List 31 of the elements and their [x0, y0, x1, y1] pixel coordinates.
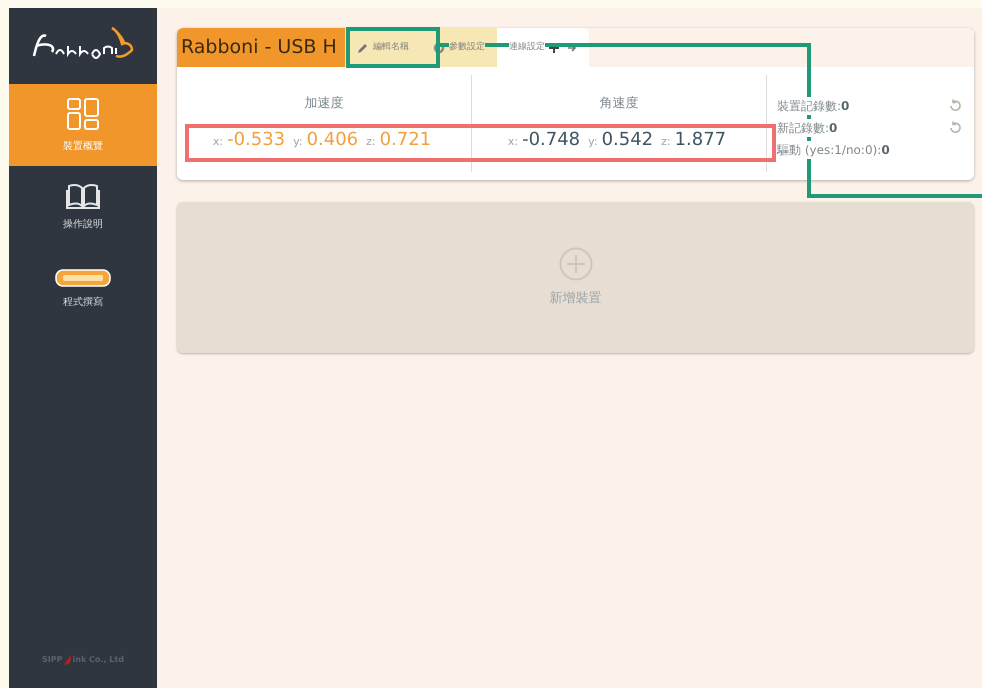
book-icon [66, 182, 100, 208]
badge-icon [55, 268, 111, 286]
axis-label: z: [661, 134, 671, 150]
axis-value: -0.748 [522, 128, 580, 152]
grid-icon [66, 96, 100, 130]
reset-icon[interactable] [948, 99, 962, 113]
axis-label: x: [212, 134, 224, 150]
axis-value: 0.721 [380, 128, 432, 152]
add-device-button[interactable]: 新增裝置 [177, 202, 974, 353]
axis-value: 0.542 [602, 128, 654, 152]
sensor-heading: 加速度 [304, 95, 344, 114]
sail-icon [62, 654, 73, 666]
axis-label: y: [293, 134, 303, 150]
stat-text: 新記錄數:0 [777, 119, 838, 137]
reset-icon[interactable] [948, 121, 962, 135]
nav-item[interactable]: 裝置概覽 [9, 84, 157, 166]
axis-label: y: [588, 134, 598, 150]
axis-value: 0.406 [306, 128, 358, 152]
axis-label: x: [508, 134, 518, 150]
nav-item[interactable]: 程式撰寫 [9, 248, 157, 330]
axis-value: 1.877 [674, 128, 726, 152]
stat-text: 裝置記錄數:0 [777, 97, 850, 115]
nav-item[interactable]: 操作說明 [9, 166, 157, 248]
sensor-heading: 角速度 [600, 95, 638, 114]
stat-text: 驅動 (yes:1/no:0):0 [777, 141, 890, 159]
axis-value: -0.533 [227, 128, 286, 152]
pencil-icon [357, 42, 369, 54]
device-title: Rabboni - USB H [177, 28, 345, 67]
card-tab[interactable]: 連線設定 [497, 28, 589, 67]
axis-label: z: [366, 134, 376, 150]
plus-circle-icon [558, 246, 592, 281]
